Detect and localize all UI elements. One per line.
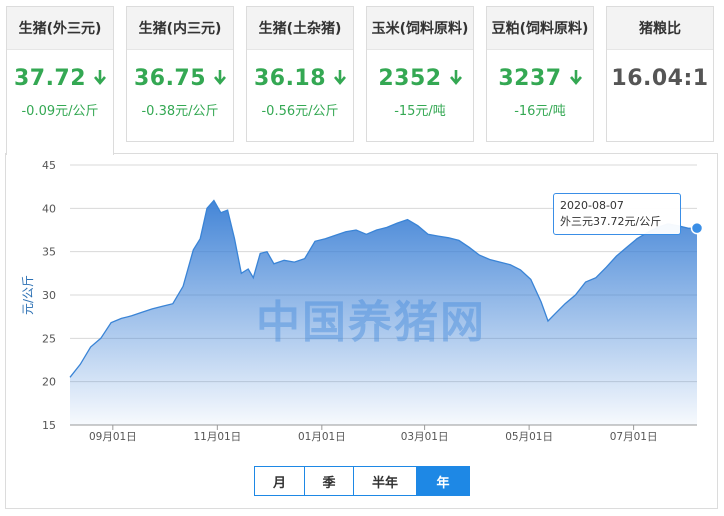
price-value: 37.72 bbox=[13, 66, 87, 91]
x-tick-label: 01月01日 bbox=[298, 431, 346, 443]
x-tick-label: 09月01日 bbox=[89, 431, 137, 443]
period-halfyear-button[interactable]: 半年 bbox=[354, 467, 417, 495]
y-tick-label: 15 bbox=[42, 419, 56, 432]
y-tick-label: 25 bbox=[42, 332, 56, 345]
period-month-button[interactable]: 月 bbox=[255, 467, 305, 495]
y-tick-label: 20 bbox=[42, 376, 56, 389]
tooltip-date: 2020-08-07 bbox=[560, 199, 624, 212]
tab-price: 37.72 bbox=[7, 66, 113, 92]
tab-title: 生猪(外三元) bbox=[7, 7, 113, 50]
x-tick-label: 03月01日 bbox=[401, 431, 449, 443]
y-tick-label: 40 bbox=[42, 202, 56, 215]
x-tick-label: 05月01日 bbox=[505, 431, 553, 443]
y-tick-label: 30 bbox=[42, 289, 56, 302]
x-tick-label: 07月01日 bbox=[610, 431, 658, 443]
period-quarter-button[interactable]: 季 bbox=[305, 467, 354, 495]
latest-point-marker bbox=[690, 221, 704, 235]
tab-pig-outer-three[interactable]: 生猪(外三元) 37.72 -0.09元/公斤 bbox=[6, 6, 114, 155]
y-tick-label: 45 bbox=[42, 159, 56, 172]
chart-tooltip: 2020-08-07 外三元37.72元/公斤 bbox=[553, 193, 681, 235]
period-selector: 月 季 半年 年 bbox=[254, 466, 470, 496]
tab-change: -0.09元/公斤 bbox=[21, 104, 99, 119]
x-tick-label: 11月01日 bbox=[193, 431, 241, 443]
period-year-button[interactable]: 年 bbox=[417, 467, 469, 495]
y-tick-label: 35 bbox=[42, 246, 56, 259]
tooltip-value: 外三元37.72元/公斤 bbox=[560, 215, 662, 228]
y-axis-label: 元/公斤 bbox=[21, 275, 35, 315]
arrow-down-icon bbox=[94, 67, 107, 92]
